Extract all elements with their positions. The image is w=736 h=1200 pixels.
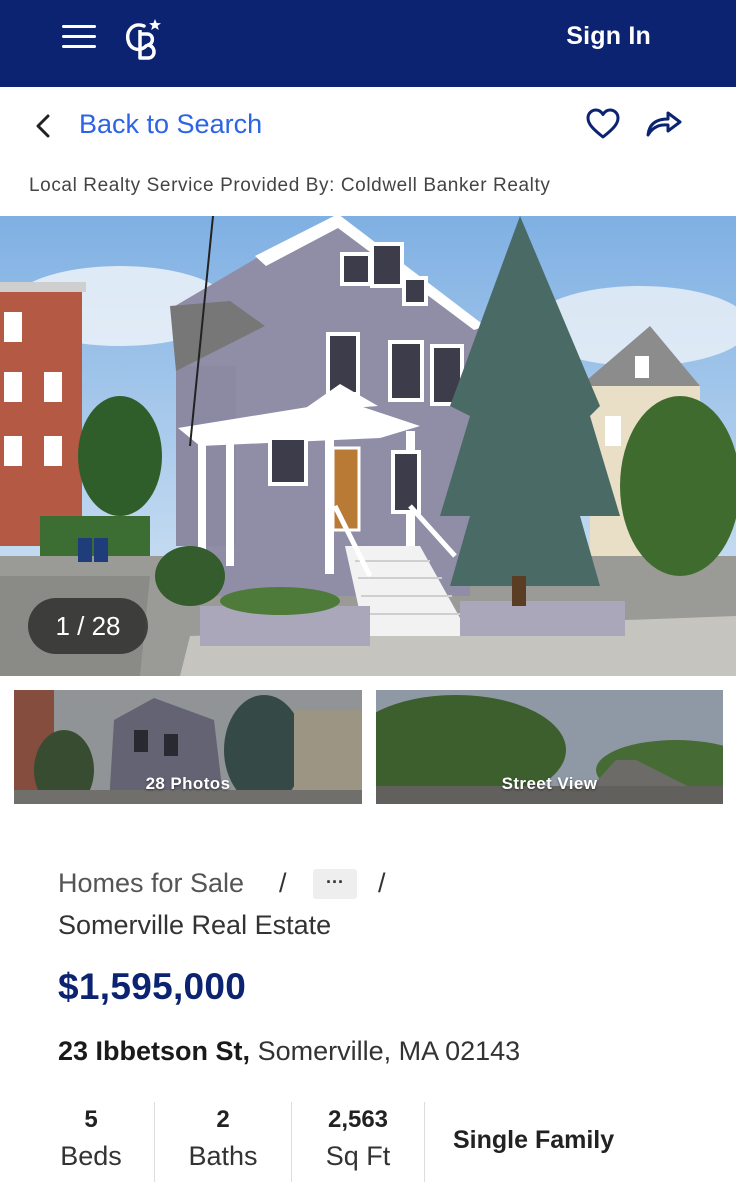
sqft-stat: 2,563 Sq Ft [318,1104,398,1176]
heart-icon[interactable] [585,107,621,141]
property-type: Single Family [453,1126,615,1154]
stat-divider [424,1102,425,1182]
breadcrumb-somerville-real-estate[interactable]: Somerville Real Estate [58,910,331,941]
sqft-value: 2,563 [327,1106,389,1133]
photo-counter[interactable]: 1 / 28 [28,598,148,654]
street-view-thumbnail[interactable]: Street View [376,690,723,804]
baths-value: 2 [216,1106,230,1133]
listing-address: 23 Ibbetson St, Somerville, MA 02143 [58,1036,520,1067]
photos-thumbnail-label: 28 Photos [145,774,231,793]
photos-thumbnail[interactable]: 28 Photos [14,690,362,804]
share-icon[interactable] [644,109,684,139]
baths-label: Baths [188,1141,258,1171]
back-row: Back to Search [0,87,736,165]
breadcrumb-homes-for-sale[interactable]: Homes for Sale [58,868,244,899]
listing-price: $1,595,000 [58,966,247,1007]
stat-divider [154,1102,155,1182]
baths-stat: 2 Baths [183,1104,263,1176]
breadcrumb-separator: / [279,868,287,898]
hamburger-icon[interactable] [62,25,96,49]
stat-divider [291,1102,292,1182]
sqft-label: Sq Ft [325,1141,391,1171]
city-state-zip: Somerville, MA 02143 [257,1036,521,1066]
chevron-left-icon[interactable] [32,111,54,141]
cb-logo[interactable] [122,16,164,62]
breadcrumb-more-button[interactable]: ··· [313,869,357,899]
street-view-thumbnail-label: Street View [501,774,598,793]
back-to-search-link[interactable]: Back to Search [79,109,262,140]
top-bar: Sign In [0,0,736,87]
beds-stat: 5 Beds [58,1104,124,1176]
service-provider-text: Local Realty Service Provided By: Coldwe… [29,175,551,196]
beds-value: 5 [84,1106,98,1133]
beds-label: Beds [60,1141,122,1171]
street-address: 23 Ibbetson St, [58,1036,251,1066]
breadcrumb-separator: / [378,868,386,898]
sign-in-button[interactable]: Sign In [566,22,651,51]
